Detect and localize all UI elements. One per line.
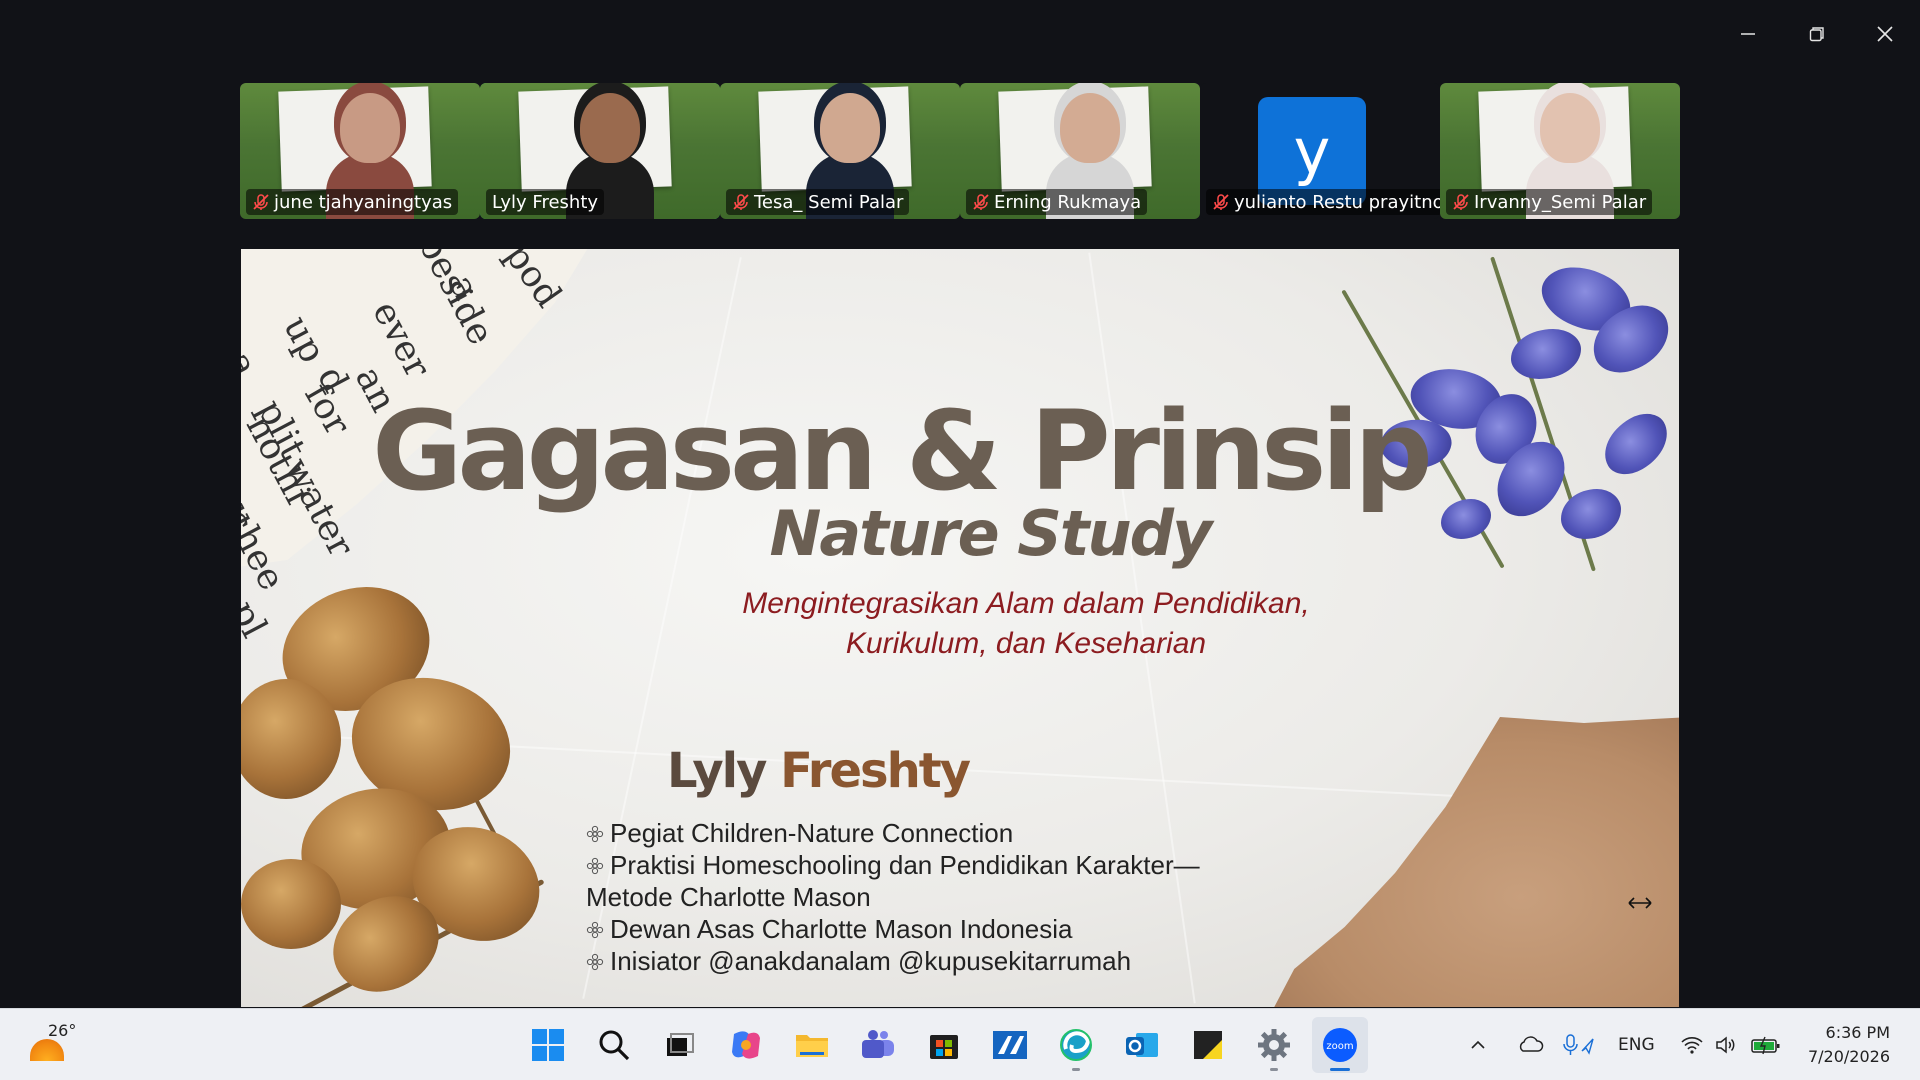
close-button[interactable]: [1850, 14, 1920, 54]
windows-start-icon: [531, 1028, 565, 1062]
participant-name-label: Erning Rukmaya: [966, 189, 1148, 215]
gear-icon: [1256, 1027, 1292, 1063]
flower-bullet-icon: [586, 857, 604, 875]
flower-bullet-icon: [586, 825, 604, 843]
taskbar-app-search[interactable]: [586, 1017, 642, 1073]
wifi-icon: [1681, 1037, 1703, 1054]
microphone-location-button[interactable]: [1562, 1009, 1596, 1080]
language-indicator[interactable]: ENG: [1618, 1009, 1655, 1080]
participant-tile[interactable]: y yulianto Restu prayitno: [1200, 83, 1440, 219]
participant-name: Tesa_ Semi Palar: [754, 191, 904, 213]
participant-tile[interactable]: Lyly Freshty: [480, 83, 720, 219]
windows-taskbar: 26° zoom ENG 6:36 PM 7/20/2026: [0, 1008, 1920, 1080]
clock-time: 6:36 PM: [1825, 1023, 1890, 1042]
participant-strip: june tjahyaningtyas Lyly Freshty Tesa_ Sem…: [240, 83, 1680, 219]
app-icon: [992, 1028, 1028, 1062]
participant-name: Lyly Freshty: [492, 191, 599, 213]
participant-tile[interactable]: Irvanny_Semi Palar: [1440, 83, 1680, 219]
speaker-bio-list: Pegiat Children-Nature Connection Prakti…: [586, 817, 1266, 977]
taskbar-app-outlook[interactable]: [1114, 1017, 1170, 1073]
slide-title: Gagasan & Prinsip: [372, 387, 1433, 515]
flower-bullet-icon: [586, 953, 604, 971]
participant-name-label: Irvanny_Semi Palar: [1446, 189, 1653, 215]
onedrive-button[interactable]: [1516, 1009, 1544, 1080]
kraft-paper-decoration: [1269, 717, 1679, 1007]
participant-name-label: june tjahyaningtyas: [246, 189, 459, 215]
taskbar-app-copilot[interactable]: [718, 1017, 774, 1073]
microphone-icon: [1563, 1034, 1594, 1055]
outlook-icon: [1124, 1028, 1160, 1062]
mic-muted-icon: [253, 194, 269, 210]
taskbar-apps: zoom: [520, 1017, 1368, 1073]
copilot-icon: [728, 1028, 764, 1062]
bio-item: Praktisi Homeschooling dan Pendidikan Ka…: [586, 849, 1266, 881]
taskbar-app-sticky[interactable]: [1180, 1017, 1236, 1073]
resize-cursor-icon: [1628, 897, 1652, 909]
tray-overflow-button[interactable]: [1468, 1009, 1488, 1080]
battery-button[interactable]: [1750, 1009, 1782, 1080]
participant-tile[interactable]: june tjahyaningtyas: [240, 83, 480, 219]
participant-tile[interactable]: Tesa_ Semi Palar: [720, 83, 960, 219]
shared-screen-slide: beside a pod ever an up d for a plit nothi water ll c…: [241, 249, 1679, 1007]
mic-muted-icon: [733, 194, 749, 210]
chevron-up-icon: [1471, 1040, 1485, 1049]
taskbar-app-settings[interactable]: [1246, 1017, 1302, 1073]
weather-widget[interactable]: 26°: [28, 1021, 88, 1069]
sticky-notes-icon: [1191, 1028, 1225, 1062]
participant-name: Irvanny_Semi Palar: [1474, 191, 1647, 213]
running-indicator: [1072, 1068, 1080, 1071]
participant-name-label: yulianto Restu prayitno: [1206, 189, 1440, 215]
wifi-button[interactable]: [1680, 1009, 1704, 1080]
taskbar-app-start[interactable]: [520, 1017, 576, 1073]
minimize-button[interactable]: [1713, 14, 1783, 54]
svg-text:zoom: zoom: [1326, 1041, 1353, 1052]
weather-sun-icon: [30, 1039, 64, 1061]
speaker-volume-icon: [1716, 1036, 1735, 1054]
cloud-icon: [1519, 1036, 1544, 1052]
participant-name: Erning Rukmaya: [994, 191, 1142, 213]
running-indicator: [1330, 1068, 1350, 1071]
slide-title-line2: Nature Study: [769, 497, 1213, 570]
taskbar-app-edge[interactable]: [1048, 1017, 1104, 1073]
mic-muted-icon: [1453, 194, 1469, 210]
restore-icon: [1809, 27, 1824, 42]
bio-item: Pegiat Children-Nature Connection: [586, 817, 1266, 849]
taskbar-app-store[interactable]: [916, 1017, 972, 1073]
mic-muted-icon: [973, 194, 989, 210]
flower-bullet-icon: [586, 921, 604, 939]
participant-name: yulianto Restu prayitno: [1234, 191, 1440, 213]
system-clock[interactable]: 6:36 PM 7/20/2026: [1808, 1021, 1890, 1069]
volume-button[interactable]: [1714, 1009, 1738, 1080]
restore-button[interactable]: [1782, 14, 1852, 54]
bio-item: Dewan Asas Charlotte Mason Indonesia: [586, 913, 1266, 945]
taskbar-app-task-view[interactable]: [652, 1017, 708, 1073]
running-indicator: [1270, 1068, 1278, 1071]
zoom-meeting-window: june tjahyaningtyas Lyly Freshty Tesa_ Sem…: [0, 0, 1920, 1080]
zoom-icon: zoom: [1321, 1026, 1359, 1064]
edge-icon: [1058, 1027, 1094, 1063]
slide-subtitle: Mengintegrasikan Alam dalam Pendidikan, …: [742, 587, 1310, 660]
minimize-icon: [1741, 33, 1755, 35]
clock-date: 7/20/2026: [1807, 1047, 1890, 1066]
folder-icon: [794, 1028, 830, 1062]
close-icon: [1877, 26, 1893, 42]
participant-tile[interactable]: Erning Rukmaya: [960, 83, 1200, 219]
weather-temperature: 26°: [48, 1021, 77, 1040]
store-icon: [927, 1028, 961, 1062]
search-icon: [597, 1028, 631, 1062]
participant-name-label: Tesa_ Semi Palar: [726, 189, 910, 215]
taskbar-app-file-explorer[interactable]: [784, 1017, 840, 1073]
speaker-name: Lyly Freshty: [667, 743, 971, 799]
participant-name-label: Lyly Freshty: [486, 189, 605, 215]
bio-item-continuation: Metode Charlotte Mason: [586, 882, 871, 912]
mic-muted-icon: [1213, 194, 1229, 210]
taskbar-app-zoom[interactable]: zoom: [1312, 1017, 1368, 1073]
bio-item: Inisiator @anakdanalam @kupusekitarrumah: [586, 945, 1266, 977]
taskbar-app-teams[interactable]: [850, 1017, 906, 1073]
task-view-icon: [663, 1028, 697, 1062]
battery-charging-icon: [1751, 1036, 1780, 1055]
taskbar-app-app-blue[interactable]: [982, 1017, 1038, 1073]
teams-icon: [860, 1028, 896, 1062]
participant-name: june tjahyaningtyas: [274, 191, 453, 213]
